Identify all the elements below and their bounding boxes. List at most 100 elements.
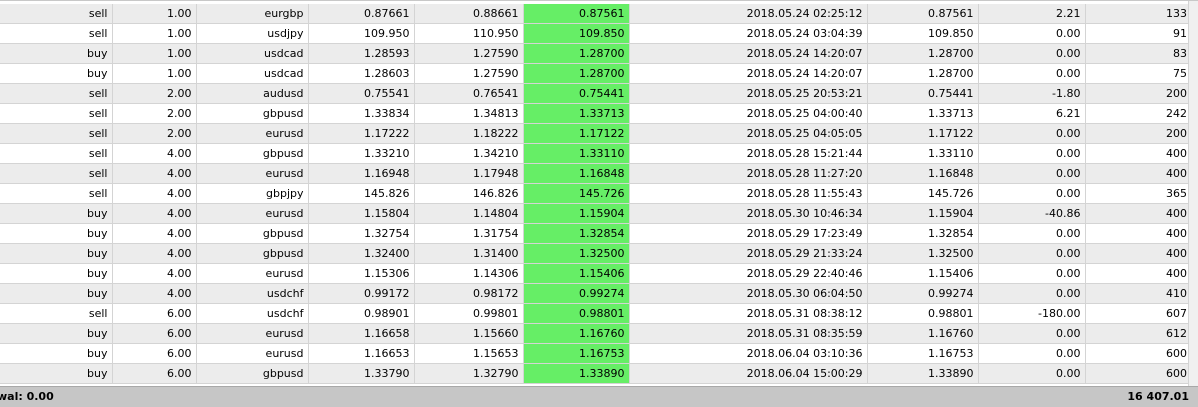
cell-symbol: eurusd bbox=[196, 163, 309, 184]
cell-close-time: 2018.05.31 08:35:59 bbox=[629, 323, 868, 344]
table-row[interactable]: sell 4.00 eurusd 1.16948 1.17948 1.16848 2018.… bbox=[0, 163, 1198, 184]
cell-symbol: usdjpy bbox=[196, 23, 309, 44]
cell-price: 0.87561 bbox=[867, 4, 979, 24]
account-history-panel: sell 1.00 eurgbp 0.87661 0.88661 0.87561 2018.… bbox=[0, 0, 1198, 407]
cell-open-price: 0.98901 bbox=[308, 303, 415, 324]
cell-tp: 1.15653 bbox=[414, 343, 524, 364]
table-row[interactable]: buy 6.00 eurusd 1.16653 1.15653 1.16753 2018.0… bbox=[0, 343, 1198, 364]
cell-type: buy bbox=[0, 323, 113, 344]
table-row[interactable]: buy 1.00 usdcad 1.28603 1.27590 1.28700 2018.0… bbox=[0, 63, 1198, 84]
table-row[interactable]: sell 1.00 eurgbp 0.87661 0.88661 0.87561 2018.… bbox=[0, 4, 1198, 24]
cell-close-price: 0.99274 bbox=[523, 283, 630, 304]
cell-profit: 600.00 bbox=[1085, 363, 1198, 384]
cell-open-price: 1.32400 bbox=[308, 243, 415, 264]
cell-close-price: 1.33713 bbox=[523, 103, 630, 124]
cell-swap: 0.00 bbox=[978, 283, 1086, 304]
cell-price: 1.16848 bbox=[867, 163, 979, 184]
cell-profit: 400.00 bbox=[1085, 203, 1198, 224]
cell-price: 1.33713 bbox=[867, 103, 979, 124]
cell-size: 2.00 bbox=[112, 103, 197, 124]
cell-type: sell bbox=[0, 303, 113, 324]
cell-close-price: 1.16848 bbox=[523, 163, 630, 184]
cell-close-time: 2018.05.24 14:20:07 bbox=[629, 43, 868, 64]
cell-size: 4.00 bbox=[112, 283, 197, 304]
cell-swap: 0.00 bbox=[978, 163, 1086, 184]
cell-close-price: 0.98801 bbox=[523, 303, 630, 324]
cell-size: 4.00 bbox=[112, 263, 197, 284]
cell-symbol: gbpusd bbox=[196, 143, 309, 164]
table-row[interactable]: sell 2.00 eurusd 1.17222 1.18222 1.17122 2018.… bbox=[0, 123, 1198, 144]
cell-symbol: eurusd bbox=[196, 263, 309, 284]
cell-price: 1.33890 bbox=[867, 363, 979, 384]
table-row[interactable]: sell 2.00 audusd 0.75541 0.76541 0.75441 2018.… bbox=[0, 83, 1198, 104]
cell-close-price: 1.28700 bbox=[523, 63, 630, 84]
cell-close-price: 1.28700 bbox=[523, 43, 630, 64]
table-row[interactable]: sell 6.00 usdchf 0.98901 0.99801 0.98801 2018.… bbox=[0, 303, 1198, 324]
cell-symbol: gbpusd bbox=[196, 103, 309, 124]
cell-tp: 1.32790 bbox=[414, 363, 524, 384]
table-row[interactable]: buy 4.00 gbpusd 1.32400 1.31400 1.32500 2018.0… bbox=[0, 243, 1198, 264]
cell-size: 1.00 bbox=[112, 63, 197, 84]
cell-size: 1.00 bbox=[112, 4, 197, 24]
cell-close-price: 1.32500 bbox=[523, 243, 630, 264]
cell-tp: 1.14306 bbox=[414, 263, 524, 284]
cell-open-price: 0.87661 bbox=[308, 4, 415, 24]
table-row[interactable]: sell 2.00 gbpusd 1.33834 1.34813 1.33713 2018.… bbox=[0, 103, 1198, 124]
cell-size: 4.00 bbox=[112, 143, 197, 164]
cell-swap: 6.21 bbox=[978, 103, 1086, 124]
cell-close-price: 1.16760 bbox=[523, 323, 630, 344]
cell-tp: 1.14804 bbox=[414, 203, 524, 224]
cell-size: 4.00 bbox=[112, 163, 197, 184]
cell-swap: 0.00 bbox=[978, 343, 1086, 364]
cell-swap: -180.00 bbox=[978, 303, 1086, 324]
table-row[interactable]: sell 4.00 gbpjpy 145.826 146.826 145.726 2018.… bbox=[0, 183, 1198, 204]
cell-size: 2.00 bbox=[112, 123, 197, 144]
cell-profit: 607.28 bbox=[1085, 303, 1198, 324]
table-row[interactable]: buy 6.00 eurusd 1.16658 1.15660 1.16760 2018.0… bbox=[0, 323, 1198, 344]
summary-footer: wal: 0.00 16 407.01 bbox=[0, 386, 1198, 407]
cell-close-time: 2018.05.28 11:27:20 bbox=[629, 163, 868, 184]
cell-price: 0.99274 bbox=[867, 283, 979, 304]
cell-tp: 1.34813 bbox=[414, 103, 524, 124]
cell-tp: 1.27590 bbox=[414, 63, 524, 84]
table-row[interactable]: sell 1.00 usdjpy 109.950 110.950 109.850 2018.… bbox=[0, 23, 1198, 44]
table-row[interactable]: buy 4.00 gbpusd 1.32754 1.31754 1.32854 2018.0… bbox=[0, 223, 1198, 244]
cell-tp: 1.17948 bbox=[414, 163, 524, 184]
cell-open-price: 109.950 bbox=[308, 23, 415, 44]
table-row[interactable]: buy 4.00 eurusd 1.15306 1.14306 1.15406 2018.0… bbox=[0, 263, 1198, 284]
cell-tp: 1.18222 bbox=[414, 123, 524, 144]
cell-profit: 400.00 bbox=[1085, 223, 1198, 244]
cell-open-price: 145.826 bbox=[308, 183, 415, 204]
cell-type: sell bbox=[0, 4, 113, 24]
cell-close-time: 2018.06.04 03:10:36 bbox=[629, 343, 868, 364]
cell-price: 1.16753 bbox=[867, 343, 979, 364]
cell-price: 1.16760 bbox=[867, 323, 979, 344]
cell-close-price: 1.32854 bbox=[523, 223, 630, 244]
table-row[interactable]: sell 4.00 gbpusd 1.33210 1.34210 1.33110 2018.… bbox=[0, 143, 1198, 164]
cell-tp: 1.15660 bbox=[414, 323, 524, 344]
cell-type: sell bbox=[0, 123, 113, 144]
table-row[interactable]: buy 4.00 eurusd 1.15804 1.14804 1.15904 2018.0… bbox=[0, 203, 1198, 224]
table-row[interactable]: buy 1.00 usdcad 1.28593 1.27590 1.28700 2018.0… bbox=[0, 43, 1198, 64]
cell-open-price: 1.33834 bbox=[308, 103, 415, 124]
cell-close-price: 145.726 bbox=[523, 183, 630, 204]
cell-close-time: 2018.05.28 11:55:43 bbox=[629, 183, 868, 204]
cell-tp: 146.826 bbox=[414, 183, 524, 204]
cell-profit: 91.03 bbox=[1085, 23, 1198, 44]
cell-symbol: gbpjpy bbox=[196, 183, 309, 204]
vertical-scrollbar[interactable] bbox=[1188, 1, 1198, 386]
cell-close-time: 2018.05.28 15:21:44 bbox=[629, 143, 868, 164]
cell-open-price: 1.16948 bbox=[308, 163, 415, 184]
cell-profit: 600.00 bbox=[1085, 343, 1198, 364]
cell-close-time: 2018.05.29 17:23:49 bbox=[629, 223, 868, 244]
cell-symbol: usdcad bbox=[196, 43, 309, 64]
cell-swap: 0.00 bbox=[978, 243, 1086, 264]
cell-price: 145.726 bbox=[867, 183, 979, 204]
cell-symbol: eurusd bbox=[196, 323, 309, 344]
cell-swap: 0.00 bbox=[978, 263, 1086, 284]
table-row[interactable]: buy 6.00 gbpusd 1.33790 1.32790 1.33890 2018.0… bbox=[0, 363, 1198, 384]
cell-open-price: 1.15306 bbox=[308, 263, 415, 284]
table-row[interactable]: buy 4.00 usdchf 0.99172 0.98172 0.99274 2018.0… bbox=[0, 283, 1198, 304]
cell-tp: 0.99801 bbox=[414, 303, 524, 324]
cell-close-time: 2018.05.24 14:20:07 bbox=[629, 63, 868, 84]
